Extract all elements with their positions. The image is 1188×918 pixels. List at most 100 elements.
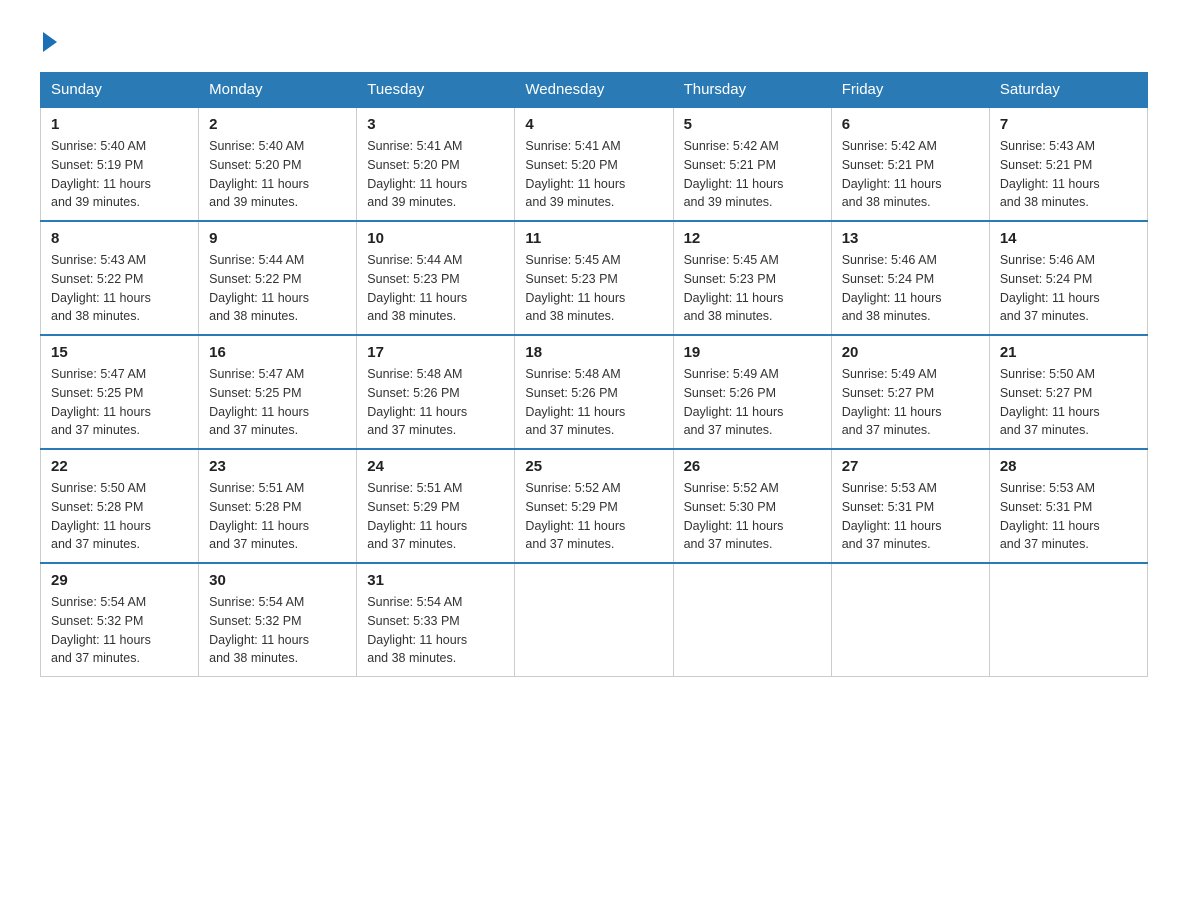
day-info: Sunrise: 5:47 AMSunset: 5:25 PMDaylight:… xyxy=(209,365,346,440)
day-info: Sunrise: 5:49 AMSunset: 5:27 PMDaylight:… xyxy=(842,365,979,440)
day-number: 21 xyxy=(1000,344,1137,361)
calendar-cell: 19 Sunrise: 5:49 AMSunset: 5:26 PMDaylig… xyxy=(673,335,831,449)
day-number: 5 xyxy=(684,116,821,133)
calendar-cell xyxy=(989,563,1147,677)
week-row-5: 29 Sunrise: 5:54 AMSunset: 5:32 PMDaylig… xyxy=(41,563,1148,677)
calendar-cell: 3 Sunrise: 5:41 AMSunset: 5:20 PMDayligh… xyxy=(357,107,515,221)
day-header-tuesday: Tuesday xyxy=(357,73,515,108)
day-number: 19 xyxy=(684,344,821,361)
day-info: Sunrise: 5:51 AMSunset: 5:29 PMDaylight:… xyxy=(367,479,504,554)
day-number: 26 xyxy=(684,458,821,475)
day-info: Sunrise: 5:40 AMSunset: 5:20 PMDaylight:… xyxy=(209,137,346,212)
day-number: 16 xyxy=(209,344,346,361)
calendar-cell: 14 Sunrise: 5:46 AMSunset: 5:24 PMDaylig… xyxy=(989,221,1147,335)
day-info: Sunrise: 5:41 AMSunset: 5:20 PMDaylight:… xyxy=(367,137,504,212)
day-number: 18 xyxy=(525,344,662,361)
day-info: Sunrise: 5:50 AMSunset: 5:28 PMDaylight:… xyxy=(51,479,188,554)
logo-blue-part xyxy=(40,30,57,52)
week-row-2: 8 Sunrise: 5:43 AMSunset: 5:22 PMDayligh… xyxy=(41,221,1148,335)
calendar-cell: 16 Sunrise: 5:47 AMSunset: 5:25 PMDaylig… xyxy=(199,335,357,449)
calendar-cell: 25 Sunrise: 5:52 AMSunset: 5:29 PMDaylig… xyxy=(515,449,673,563)
calendar-cell: 20 Sunrise: 5:49 AMSunset: 5:27 PMDaylig… xyxy=(831,335,989,449)
day-info: Sunrise: 5:43 AMSunset: 5:22 PMDaylight:… xyxy=(51,251,188,326)
calendar-cell: 4 Sunrise: 5:41 AMSunset: 5:20 PMDayligh… xyxy=(515,107,673,221)
calendar-cell xyxy=(831,563,989,677)
day-number: 6 xyxy=(842,116,979,133)
week-row-1: 1 Sunrise: 5:40 AMSunset: 5:19 PMDayligh… xyxy=(41,107,1148,221)
day-number: 8 xyxy=(51,230,188,247)
day-header-monday: Monday xyxy=(199,73,357,108)
day-info: Sunrise: 5:48 AMSunset: 5:26 PMDaylight:… xyxy=(367,365,504,440)
calendar-cell: 28 Sunrise: 5:53 AMSunset: 5:31 PMDaylig… xyxy=(989,449,1147,563)
calendar-cell: 9 Sunrise: 5:44 AMSunset: 5:22 PMDayligh… xyxy=(199,221,357,335)
day-info: Sunrise: 5:42 AMSunset: 5:21 PMDaylight:… xyxy=(684,137,821,212)
calendar-cell: 5 Sunrise: 5:42 AMSunset: 5:21 PMDayligh… xyxy=(673,107,831,221)
day-number: 10 xyxy=(367,230,504,247)
day-number: 12 xyxy=(684,230,821,247)
calendar-cell: 22 Sunrise: 5:50 AMSunset: 5:28 PMDaylig… xyxy=(41,449,199,563)
day-header-wednesday: Wednesday xyxy=(515,73,673,108)
day-info: Sunrise: 5:54 AMSunset: 5:32 PMDaylight:… xyxy=(209,593,346,668)
day-info: Sunrise: 5:53 AMSunset: 5:31 PMDaylight:… xyxy=(1000,479,1137,554)
day-number: 1 xyxy=(51,116,188,133)
day-info: Sunrise: 5:44 AMSunset: 5:22 PMDaylight:… xyxy=(209,251,346,326)
calendar-cell: 27 Sunrise: 5:53 AMSunset: 5:31 PMDaylig… xyxy=(831,449,989,563)
calendar-cell: 6 Sunrise: 5:42 AMSunset: 5:21 PMDayligh… xyxy=(831,107,989,221)
day-number: 7 xyxy=(1000,116,1137,133)
day-number: 30 xyxy=(209,572,346,589)
logo: Blue xyxy=(40,30,57,52)
day-number: 17 xyxy=(367,344,504,361)
day-header-thursday: Thursday xyxy=(673,73,831,108)
day-number: 11 xyxy=(525,230,662,247)
calendar-cell: 31 Sunrise: 5:54 AMSunset: 5:33 PMDaylig… xyxy=(357,563,515,677)
day-number: 24 xyxy=(367,458,504,475)
day-number: 31 xyxy=(367,572,504,589)
day-header-sunday: Sunday xyxy=(41,73,199,108)
calendar-cell: 1 Sunrise: 5:40 AMSunset: 5:19 PMDayligh… xyxy=(41,107,199,221)
calendar-cell: 12 Sunrise: 5:45 AMSunset: 5:23 PMDaylig… xyxy=(673,221,831,335)
day-info: Sunrise: 5:46 AMSunset: 5:24 PMDaylight:… xyxy=(842,251,979,326)
day-number: 15 xyxy=(51,344,188,361)
logo-arrow-icon xyxy=(43,32,57,52)
day-info: Sunrise: 5:52 AMSunset: 5:30 PMDaylight:… xyxy=(684,479,821,554)
calendar-cell: 2 Sunrise: 5:40 AMSunset: 5:20 PMDayligh… xyxy=(199,107,357,221)
day-info: Sunrise: 5:45 AMSunset: 5:23 PMDaylight:… xyxy=(525,251,662,326)
day-number: 2 xyxy=(209,116,346,133)
day-number: 25 xyxy=(525,458,662,475)
day-info: Sunrise: 5:42 AMSunset: 5:21 PMDaylight:… xyxy=(842,137,979,212)
day-number: 29 xyxy=(51,572,188,589)
calendar-cell: 17 Sunrise: 5:48 AMSunset: 5:26 PMDaylig… xyxy=(357,335,515,449)
day-info: Sunrise: 5:47 AMSunset: 5:25 PMDaylight:… xyxy=(51,365,188,440)
day-number: 13 xyxy=(842,230,979,247)
day-number: 23 xyxy=(209,458,346,475)
day-number: 9 xyxy=(209,230,346,247)
calendar-cell xyxy=(673,563,831,677)
day-number: 20 xyxy=(842,344,979,361)
calendar-cell: 21 Sunrise: 5:50 AMSunset: 5:27 PMDaylig… xyxy=(989,335,1147,449)
calendar-cell: 13 Sunrise: 5:46 AMSunset: 5:24 PMDaylig… xyxy=(831,221,989,335)
calendar-cell: 15 Sunrise: 5:47 AMSunset: 5:25 PMDaylig… xyxy=(41,335,199,449)
day-info: Sunrise: 5:40 AMSunset: 5:19 PMDaylight:… xyxy=(51,137,188,212)
day-number: 22 xyxy=(51,458,188,475)
calendar-cell: 30 Sunrise: 5:54 AMSunset: 5:32 PMDaylig… xyxy=(199,563,357,677)
calendar-cell: 26 Sunrise: 5:52 AMSunset: 5:30 PMDaylig… xyxy=(673,449,831,563)
day-info: Sunrise: 5:41 AMSunset: 5:20 PMDaylight:… xyxy=(525,137,662,212)
day-number: 28 xyxy=(1000,458,1137,475)
calendar-cell: 8 Sunrise: 5:43 AMSunset: 5:22 PMDayligh… xyxy=(41,221,199,335)
day-info: Sunrise: 5:44 AMSunset: 5:23 PMDaylight:… xyxy=(367,251,504,326)
week-row-3: 15 Sunrise: 5:47 AMSunset: 5:25 PMDaylig… xyxy=(41,335,1148,449)
calendar-cell xyxy=(515,563,673,677)
logo-text xyxy=(40,30,57,52)
calendar-cell: 7 Sunrise: 5:43 AMSunset: 5:21 PMDayligh… xyxy=(989,107,1147,221)
calendar-cell: 10 Sunrise: 5:44 AMSunset: 5:23 PMDaylig… xyxy=(357,221,515,335)
day-info: Sunrise: 5:50 AMSunset: 5:27 PMDaylight:… xyxy=(1000,365,1137,440)
day-info: Sunrise: 5:54 AMSunset: 5:33 PMDaylight:… xyxy=(367,593,504,668)
day-header-saturday: Saturday xyxy=(989,73,1147,108)
calendar-cell: 23 Sunrise: 5:51 AMSunset: 5:28 PMDaylig… xyxy=(199,449,357,563)
day-number: 4 xyxy=(525,116,662,133)
day-number: 27 xyxy=(842,458,979,475)
day-info: Sunrise: 5:54 AMSunset: 5:32 PMDaylight:… xyxy=(51,593,188,668)
days-header-row: SundayMondayTuesdayWednesdayThursdayFrid… xyxy=(41,73,1148,108)
day-info: Sunrise: 5:52 AMSunset: 5:29 PMDaylight:… xyxy=(525,479,662,554)
day-info: Sunrise: 5:51 AMSunset: 5:28 PMDaylight:… xyxy=(209,479,346,554)
